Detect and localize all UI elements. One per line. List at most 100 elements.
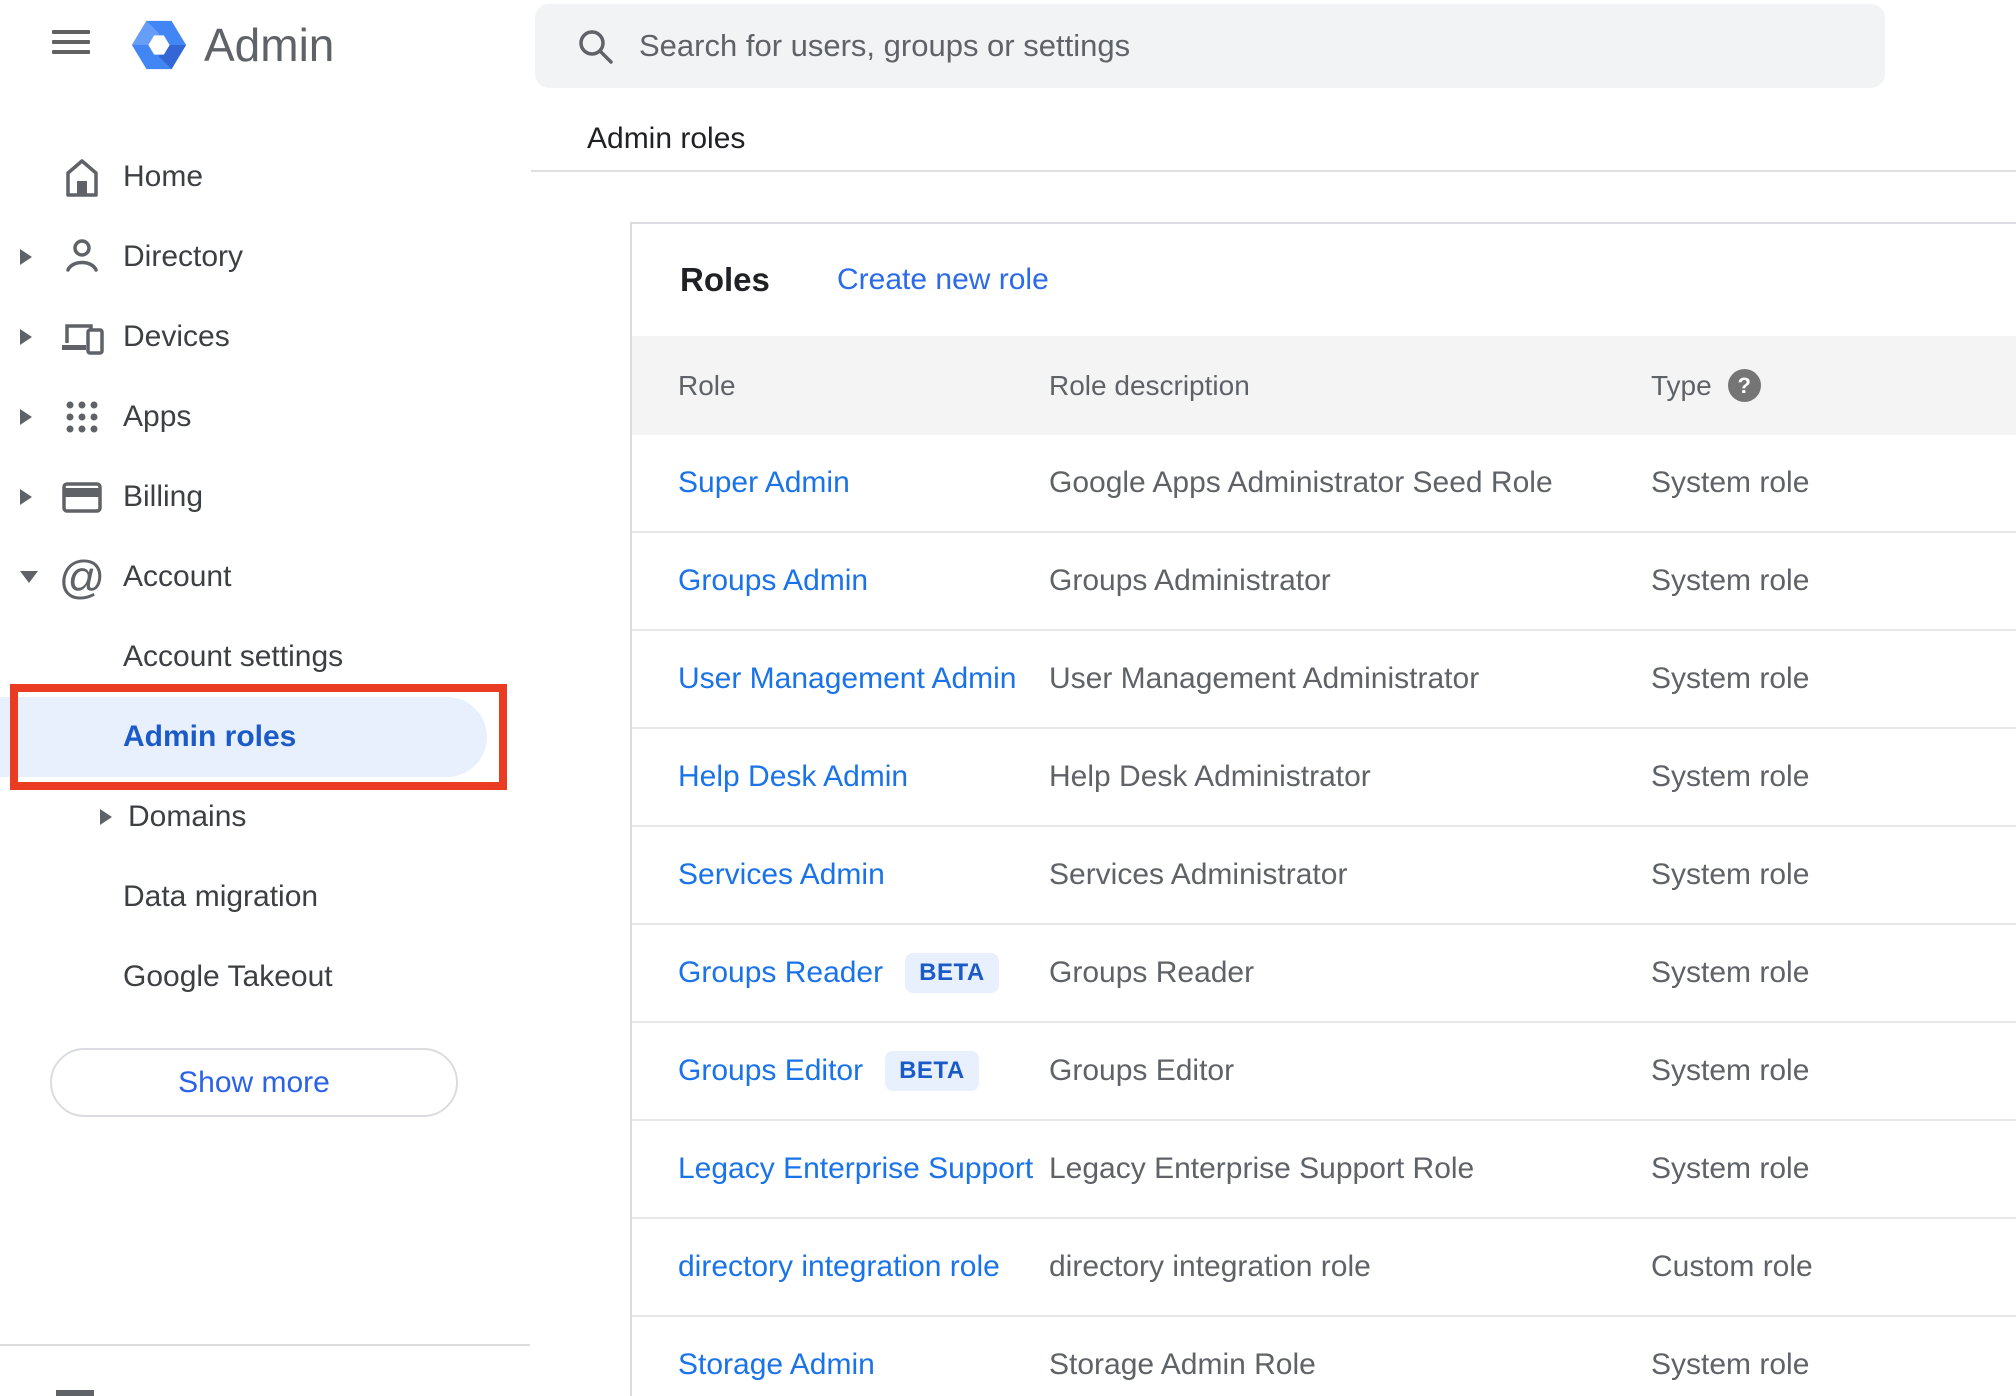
sidebar-item-label: Admin roles — [123, 720, 297, 753]
sidebar-item-label: Account — [123, 560, 232, 593]
sidebar-item-domains[interactable]: Domains — [0, 777, 530, 857]
home-icon — [58, 153, 106, 201]
role-link[interactable]: Groups Admin — [678, 564, 868, 598]
sidebar-item-account-settings[interactable]: Account settings — [0, 617, 530, 697]
sidebar-item-home[interactable]: Home — [0, 137, 530, 217]
sidebar-item-label: Directory — [123, 240, 244, 273]
column-header-description: Role description — [1049, 369, 1250, 401]
app-title: Admin — [204, 19, 335, 71]
column-header-type: Type — [1651, 369, 1712, 401]
expand-arrow-icon[interactable] — [20, 249, 32, 265]
collapse-arrow-icon[interactable] — [20, 571, 38, 583]
role-description: Google Apps Administrator Seed Role — [1049, 466, 1553, 499]
sidebar-item-directory[interactable]: Directory — [0, 217, 530, 297]
sidebar-item-admin-roles[interactable]: Admin roles — [0, 697, 530, 777]
apps-grid-icon — [58, 393, 106, 441]
roles-card: Roles Create new role Role Role descript… — [630, 222, 2016, 1396]
sidebar-item-devices[interactable]: Devices — [0, 297, 530, 377]
table-row: Storage Admin Storage Admin Role System … — [632, 1317, 2016, 1396]
sidebar-item-label: Google Takeout — [123, 960, 333, 993]
role-type: System role — [1651, 1054, 1810, 1087]
role-type: System role — [1651, 760, 1810, 793]
sidebar-item-label: Account settings — [123, 640, 344, 673]
table-row: Legacy Enterprise Support Legacy Enterpr… — [632, 1121, 2016, 1219]
help-icon[interactable]: ? — [1727, 369, 1761, 402]
role-link[interactable]: Groups Reader — [678, 956, 883, 990]
sidebar-item-billing[interactable]: Billing — [0, 457, 530, 537]
show-more-label: Show more — [178, 1065, 330, 1099]
role-link[interactable]: directory integration role — [678, 1250, 1000, 1284]
role-link[interactable]: Storage Admin — [678, 1348, 875, 1382]
role-description: Storage Admin Role — [1049, 1348, 1316, 1381]
role-type: System role — [1651, 956, 1810, 989]
role-description: Services Administrator — [1049, 858, 1348, 891]
role-link[interactable]: Help Desk Admin — [678, 760, 908, 794]
person-icon — [58, 233, 106, 281]
expand-arrow-icon[interactable] — [20, 409, 32, 425]
role-description: Legacy Enterprise Support Role — [1049, 1152, 1475, 1185]
account-at-icon: @ — [58, 551, 106, 603]
sidebar-item-google-takeout[interactable]: Google Takeout — [0, 937, 530, 1017]
column-header-role: Role — [678, 369, 736, 401]
beta-badge: BETA — [885, 1051, 979, 1091]
expand-arrow-icon[interactable] — [20, 489, 32, 505]
table-row: Services Admin Services Administrator Sy… — [632, 827, 2016, 925]
role-link[interactable]: Super Admin — [678, 466, 850, 500]
table-header-row: Role Role description Type ? — [632, 336, 2016, 435]
role-type: System role — [1651, 1348, 1810, 1381]
sidebar-item-label: Domains — [128, 800, 247, 833]
table-row: directory integration role directory int… — [632, 1219, 2016, 1317]
table-row: Help Desk Admin Help Desk Administrator … — [632, 729, 2016, 827]
menu-hamburger-icon[interactable] — [52, 30, 90, 54]
role-link[interactable]: Legacy Enterprise Support — [678, 1152, 1033, 1186]
table-row: Groups Editor BETA Groups Editor System … — [632, 1023, 2016, 1121]
role-type: System role — [1651, 858, 1810, 891]
show-more-button[interactable]: Show more — [50, 1048, 458, 1117]
role-type: System role — [1651, 662, 1810, 695]
admin-console-screen: Admin Admin roles Home Directory — [0, 0, 2016, 1396]
role-type: Custom role — [1651, 1250, 1813, 1283]
search-bar[interactable] — [535, 4, 1885, 88]
table-row: Super Admin Google Apps Administrator Se… — [632, 435, 2016, 533]
billing-card-icon — [58, 473, 106, 521]
sidebar-item-apps[interactable]: Apps — [0, 377, 530, 457]
table-row: User Management Admin User Management Ad… — [632, 631, 2016, 729]
sidebar-item-label: Data migration — [123, 880, 319, 913]
sidebar-item-label: Home — [123, 160, 204, 193]
partial-bottom-icon — [56, 1390, 94, 1396]
role-description: directory integration role — [1049, 1250, 1371, 1283]
role-link[interactable]: User Management Admin — [678, 662, 1017, 696]
breadcrumb-divider — [531, 170, 2016, 172]
sidebar-item-account[interactable]: @ Account — [0, 537, 530, 617]
sidebar-item-data-migration[interactable]: Data migration — [0, 857, 530, 937]
role-link[interactable]: Groups Editor — [678, 1054, 863, 1088]
table-body: Super Admin Google Apps Administrator Se… — [632, 435, 2016, 1396]
create-new-role-link[interactable]: Create new role — [837, 263, 1049, 297]
role-description: Groups Editor — [1049, 1054, 1235, 1087]
role-description: Groups Reader — [1049, 956, 1255, 989]
role-description: Help Desk Administrator — [1049, 760, 1371, 793]
sidebar-divider — [0, 1344, 530, 1346]
devices-icon — [58, 313, 106, 361]
search-icon — [579, 30, 613, 64]
role-description: User Management Administrator — [1049, 662, 1480, 695]
table-row: Groups Reader BETA Groups Reader System … — [632, 925, 2016, 1023]
role-link[interactable]: Services Admin — [678, 858, 885, 892]
sidebar-item-label: Billing — [123, 480, 204, 513]
admin-logo-icon — [131, 20, 187, 70]
expand-arrow-icon[interactable] — [100, 809, 112, 825]
role-type: System role — [1651, 564, 1810, 597]
role-type: System role — [1651, 466, 1810, 499]
expand-arrow-icon[interactable] — [20, 329, 32, 345]
role-description: Groups Administrator — [1049, 564, 1331, 597]
sidebar-item-label: Apps — [123, 400, 192, 433]
role-type: System role — [1651, 1152, 1810, 1185]
search-input[interactable] — [639, 28, 1885, 64]
table-row: Groups Admin Groups Administrator System… — [632, 533, 2016, 631]
breadcrumb: Admin roles — [587, 122, 746, 155]
beta-badge: BETA — [905, 953, 999, 993]
sidebar-item-label: Devices — [123, 320, 230, 353]
sidebar-nav: Home Directory Devices Apps Billing @ Ac… — [0, 137, 530, 1017]
panel-title: Roles — [680, 261, 770, 298]
roles-card-header: Roles Create new role — [632, 224, 2016, 336]
